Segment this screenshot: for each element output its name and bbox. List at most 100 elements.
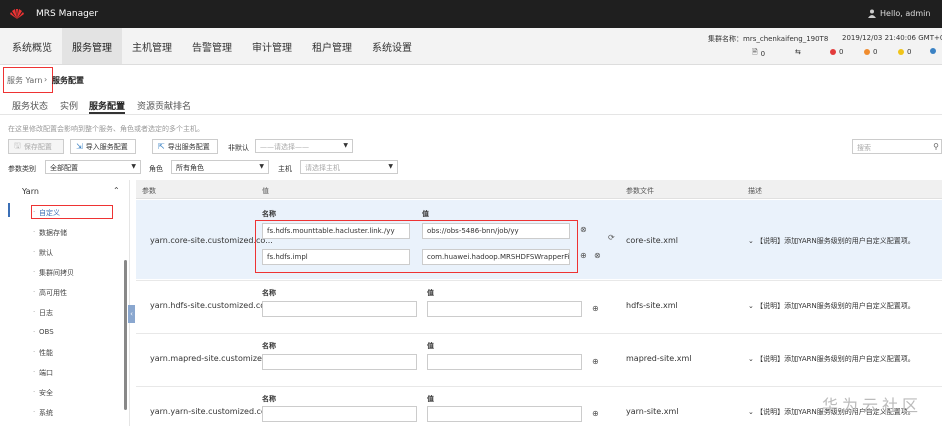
param-desc: ⌄ 【说明】添加YARN服务级别的用户自定义配置项。 — [748, 302, 915, 310]
nav-alarm-management[interactable]: 告警管理 — [192, 39, 232, 54]
alarm-major[interactable]: 0 — [864, 48, 877, 56]
custom-value-input[interactable] — [427, 301, 582, 317]
cluster-time: 2019/12/03 21:40:06 GMT+08 — [842, 34, 942, 42]
param-type-select[interactable]: 全部配置 ▼ — [45, 160, 141, 174]
custom-value-input[interactable] — [427, 406, 582, 422]
value-label: 值 — [427, 395, 434, 403]
search-input[interactable]: 搜索 ⚲ — [852, 139, 942, 154]
sync-status-icon: ⇆ — [795, 48, 801, 56]
chevron-down-icon: ▼ — [388, 163, 393, 170]
param-desc: ⌄ 【说明】添加YARN服务级别的用户自定义配置项。 — [748, 355, 915, 363]
add-icon[interactable]: ⊕ — [592, 357, 599, 366]
chevron-down-icon[interactable]: ⌄ — [748, 302, 754, 310]
save-status-icon: 🗎 — [752, 48, 758, 56]
host-label: 主机 — [278, 165, 292, 173]
sidebar-item-obs[interactable]: OBS — [39, 328, 54, 336]
huawei-logo-icon — [10, 9, 24, 19]
non-default-select[interactable]: ——请选择—— ▼ — [255, 139, 353, 153]
search-icon: ⚲ — [933, 142, 939, 151]
nav-tenant-management[interactable]: 租户管理 — [312, 39, 352, 54]
value-label: 值 — [422, 210, 429, 218]
import-icon: ⇲ — [76, 142, 83, 151]
alarm-minor[interactable]: 0 — [898, 48, 911, 56]
cluster-status-sync: ⇆ — [795, 48, 801, 56]
sidebar-item-storage[interactable]: 数据存储 — [39, 228, 67, 238]
reset-icon[interactable]: ⟳ — [608, 233, 615, 242]
role-select[interactable]: 所有角色 ▼ — [171, 160, 269, 174]
name-label: 名称 — [262, 210, 276, 218]
tab-service-status[interactable]: 服务状态 — [12, 99, 48, 112]
add-icon[interactable]: ⊕ — [592, 304, 599, 313]
custom-name-input[interactable] — [262, 301, 417, 317]
name-label: 名称 — [262, 342, 276, 350]
add-icon[interactable]: ⊕ — [580, 251, 587, 260]
config-hint: 在这里修改配置会影响到整个服务、角色或者选定的多个主机。 — [8, 125, 204, 133]
sidebar-item-system[interactable]: 系统 — [39, 408, 53, 418]
alarm-critical[interactable]: 0 — [830, 48, 843, 56]
host-select[interactable]: 请选择主机 ▼ — [300, 160, 398, 174]
app-title: MRS Manager — [36, 9, 99, 19]
chevron-down-icon[interactable]: ⌄ — [748, 237, 754, 245]
add-icon[interactable]: ⊕ — [592, 409, 599, 418]
tab-service-config[interactable]: 服务配置 — [89, 99, 125, 112]
save-icon: 🖫 — [14, 140, 21, 150]
column-header-file: 参数文件 — [626, 187, 654, 195]
remove-icon[interactable]: ⊗ — [594, 251, 601, 260]
param-file: yarn-site.xml — [626, 407, 679, 416]
alarm-warning[interactable] — [930, 48, 936, 54]
param-file: mapred-site.xml — [626, 354, 692, 363]
custom-name-input[interactable] — [262, 406, 417, 422]
import-config-button[interactable]: ⇲ 导入服务配置 — [70, 139, 136, 154]
sidebar-root-yarn[interactable]: Yarn — [22, 187, 39, 196]
custom-value-input[interactable] — [427, 354, 582, 370]
chevron-down-icon[interactable]: ⌄ — [748, 355, 754, 363]
tab-instances[interactable]: 实例 — [60, 99, 78, 112]
sidebar-item-distcp[interactable]: 集群间拷贝 — [39, 268, 74, 278]
param-name: yarn.yarn-site.customized.co... — [150, 407, 274, 416]
warning-alarm-icon — [930, 48, 936, 54]
column-header-param: 参数 — [142, 187, 156, 195]
tab-divider — [0, 114, 942, 115]
custom-config-highlight — [255, 220, 578, 273]
param-type-label: 参数类别 — [8, 165, 36, 173]
cluster-status-summary: 🗎 0 — [752, 48, 766, 58]
minor-alarm-icon — [898, 49, 904, 55]
user-menu[interactable]: Hello, admin — [880, 9, 930, 18]
breadcrumb-current: 服务配置 — [52, 76, 84, 85]
save-config-button[interactable]: 🖫 保存配置 — [8, 139, 64, 154]
tab-resource-ranking[interactable]: 资源贡献排名 — [137, 99, 191, 112]
main-nav: 系统概览 服务管理 主机管理 告警管理 审计管理 租户管理 系统设置 集群名称：… — [0, 28, 942, 65]
collapse-sidebar-button[interactable]: ‹ — [128, 305, 135, 323]
major-alarm-icon — [864, 49, 870, 55]
sidebar-item-custom[interactable]: 自定义 — [39, 208, 60, 218]
nav-system-overview[interactable]: 系统概览 — [12, 39, 52, 54]
top-bar: MRS Manager Hello, admin — [0, 0, 942, 28]
sidebar-item-performance[interactable]: 性能 — [39, 348, 53, 358]
nav-audit-management[interactable]: 审计管理 — [252, 39, 292, 54]
sidebar-scrollbar[interactable] — [124, 260, 127, 410]
non-default-label: 非默认 — [228, 144, 249, 152]
breadcrumb-parent[interactable]: 服务 Yarn — [7, 75, 42, 86]
chevron-down-icon: ▼ — [259, 163, 264, 170]
chevron-down-icon[interactable]: ⌄ — [748, 408, 754, 416]
role-label: 角色 — [149, 165, 163, 173]
remove-icon[interactable]: ⊗ — [580, 225, 587, 234]
cluster-name: 集群名称：mrs_chenkaifeng_190T8 — [708, 35, 829, 43]
sidebar-item-default[interactable]: 默认 — [39, 248, 53, 258]
value-label: 值 — [427, 342, 434, 350]
chevron-up-icon[interactable]: ⌃ — [113, 186, 120, 195]
export-config-button[interactable]: ⇱ 导出服务配置 — [152, 139, 218, 154]
sidebar-item-security[interactable]: 安全 — [39, 388, 53, 398]
nav-service-management[interactable]: 服务管理 — [72, 39, 112, 54]
sidebar-item-port[interactable]: 端口 — [39, 368, 53, 378]
param-file: hdfs-site.xml — [626, 301, 678, 310]
chevron-down-icon: ▼ — [343, 142, 348, 149]
sidebar-item-log[interactable]: 日志 — [39, 308, 53, 318]
chevron-down-icon: ▼ — [131, 163, 136, 170]
sidebar-item-ha[interactable]: 高可用性 — [39, 288, 67, 298]
param-desc: ⌄ 【说明】添加YARN服务级别的用户自定义配置项。 — [748, 237, 915, 245]
nav-system-settings[interactable]: 系统设置 — [372, 39, 412, 54]
nav-host-management[interactable]: 主机管理 — [132, 39, 172, 54]
custom-name-input[interactable] — [262, 354, 417, 370]
column-header-value: 值 — [262, 187, 269, 195]
